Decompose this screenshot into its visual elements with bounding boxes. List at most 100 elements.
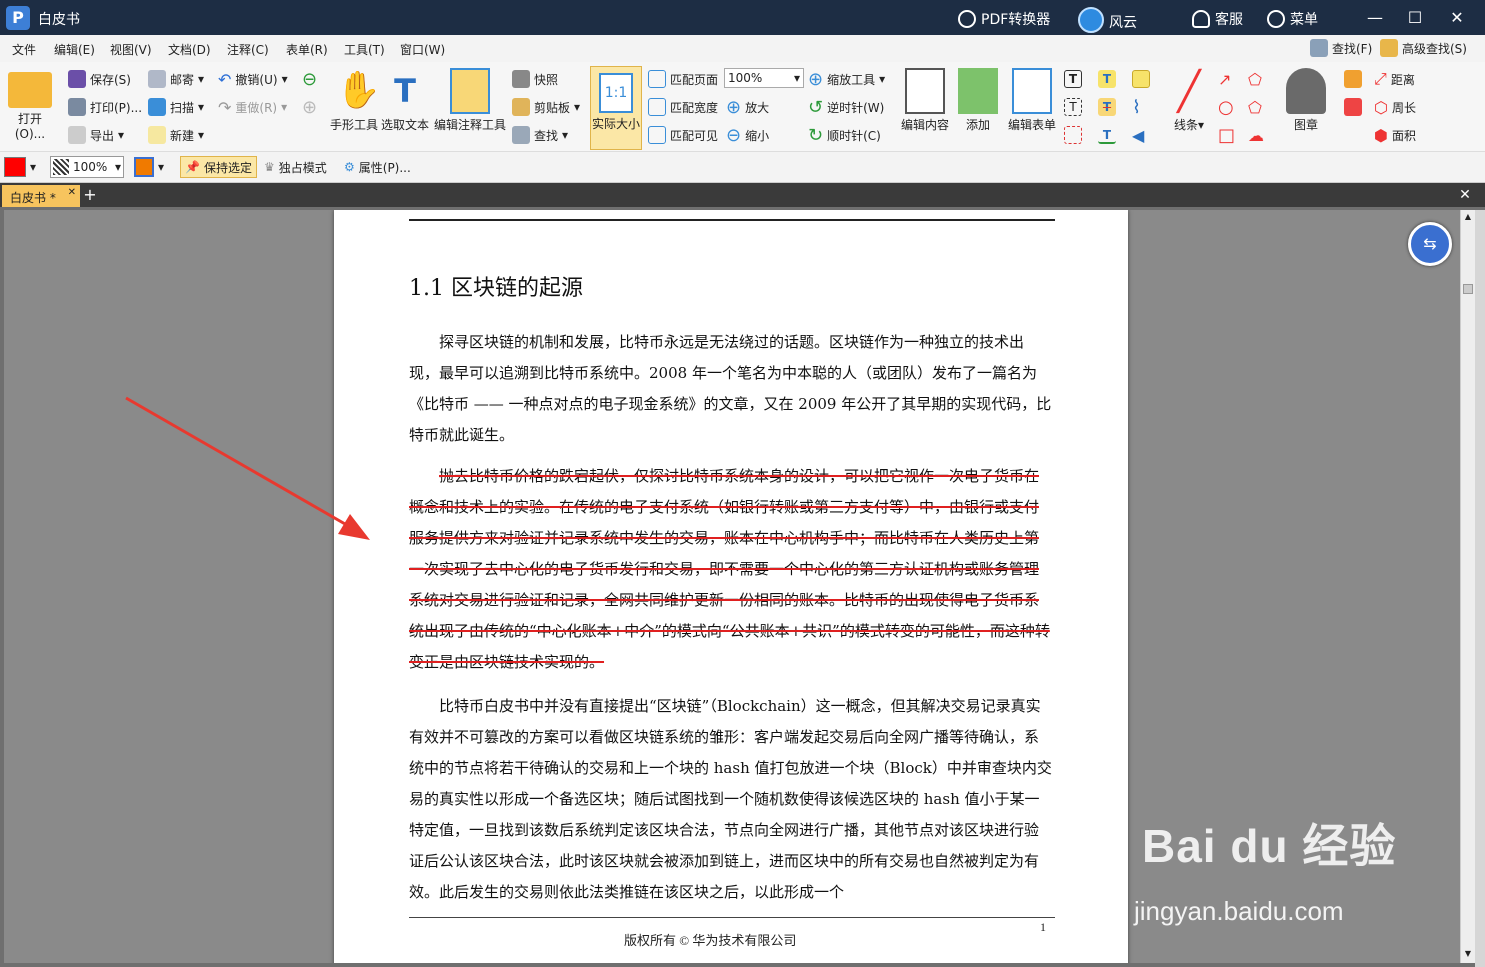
- actual-size-button[interactable]: 1:1 实际大小: [590, 66, 642, 150]
- floating-convert-button[interactable]: ⇆: [1408, 222, 1452, 266]
- mail-button[interactable]: 邮寄 ▾: [148, 68, 204, 90]
- save-button[interactable]: 保存(S): [68, 68, 131, 90]
- menu-view[interactable]: 视图(V): [110, 41, 152, 58]
- text-frame-tool[interactable]: T: [1064, 96, 1082, 118]
- underline-text-tool[interactable]: T: [1098, 124, 1116, 146]
- vertical-scrollbar[interactable]: ▲ ▼: [1460, 210, 1475, 963]
- rotate-ccw-button[interactable]: ↺ 逆时针(W): [808, 96, 884, 118]
- folder-icon: [8, 72, 52, 108]
- fit-width-button[interactable]: 匹配宽度: [648, 96, 718, 118]
- properties-button[interactable]: ⚙ 属性(P)...: [344, 156, 411, 178]
- fill-color-picker[interactable]: ▾: [134, 156, 164, 178]
- polygon-tool[interactable]: ⬠: [1248, 96, 1262, 118]
- polyline-tool[interactable]: ⬠: [1248, 68, 1262, 90]
- redo-button[interactable]: ↷ 重做(R) ▾: [218, 96, 287, 118]
- color-picker[interactable]: ▾: [4, 156, 36, 178]
- new-button[interactable]: 新建 ▾: [148, 124, 204, 146]
- menu-edit[interactable]: 编辑(E): [54, 41, 95, 58]
- find-button[interactable]: 查找(F): [1310, 37, 1372, 59]
- minimize-button[interactable]: —: [1364, 7, 1386, 29]
- ellipse-tool[interactable]: ○: [1218, 96, 1234, 118]
- hand-tool-button[interactable]: ✋ 手形工具: [330, 68, 381, 133]
- add-button[interactable]: 添加: [954, 68, 1002, 133]
- note-icon: [1132, 70, 1150, 88]
- menu-annotation[interactable]: 注释(C): [227, 41, 269, 58]
- document-viewer[interactable]: 1.1 区块链的起源 探寻区块链的机制和发展，比特币永远是无法绕过的话题。区块链…: [4, 210, 1460, 963]
- note-tool[interactable]: [1132, 68, 1150, 90]
- fit-page-button[interactable]: 匹配页面: [648, 68, 718, 90]
- side-panel-collapsed[interactable]: [1475, 210, 1485, 967]
- fit-visible-button[interactable]: 匹配可见: [648, 124, 718, 146]
- next-view-button[interactable]: ⊕: [302, 96, 317, 118]
- fit-visible-icon: [648, 126, 666, 144]
- scan-button[interactable]: 扫描 ▾: [148, 96, 204, 118]
- zoom-select[interactable]: 100% ▾: [724, 68, 804, 88]
- service-button[interactable]: 客服: [1192, 9, 1243, 29]
- toolbar-find-button[interactable]: 查找 ▾: [512, 124, 568, 146]
- tab-close-icon[interactable]: ✕: [68, 187, 76, 198]
- edit-form-button[interactable]: 编辑表单: [1004, 68, 1060, 133]
- close-document-button[interactable]: ✕: [1456, 186, 1474, 204]
- rotate-cw-button[interactable]: ↻ 顺时针(C): [808, 124, 881, 146]
- paragraph-1: 探寻区块链的机制和发展，比特币永远是无法绕过的话题。区块链作为一种独立的技术出现…: [409, 333, 1052, 444]
- pencil-tool[interactable]: [1344, 68, 1362, 90]
- new-icon: [148, 126, 166, 144]
- maximize-button[interactable]: ☐: [1404, 7, 1426, 29]
- export-button[interactable]: 导出 ▾: [68, 124, 124, 146]
- new-tab-button[interactable]: +: [82, 186, 98, 204]
- eraser-tool[interactable]: [1344, 96, 1362, 118]
- menu-tools[interactable]: 工具(T): [344, 41, 385, 58]
- perimeter-tool[interactable]: ⬡ 周长: [1374, 96, 1416, 118]
- arrow-shaft: [125, 396, 353, 530]
- menu-window[interactable]: 窗口(W): [400, 41, 445, 58]
- rectangle-tool[interactable]: □: [1218, 124, 1235, 146]
- undo-button[interactable]: ↶ 撤销(U) ▾: [218, 68, 288, 90]
- zoom-in-button[interactable]: ⊕ 放大: [726, 96, 769, 118]
- sound-tool[interactable]: ◀: [1132, 124, 1144, 146]
- open-button[interactable]: 打开(O)...: [4, 72, 56, 141]
- chevron-down-icon: ▾: [1197, 118, 1205, 132]
- area-tool[interactable]: ⬢ 面积: [1374, 124, 1416, 146]
- arrow-tool[interactable]: ↗: [1218, 68, 1231, 90]
- edit-annotation-button[interactable]: 编辑注释工具: [432, 68, 508, 133]
- scroll-up-arrow[interactable]: ▲: [1462, 212, 1474, 224]
- converter-icon: [958, 10, 976, 28]
- attach-tool[interactable]: ⌇: [1132, 96, 1141, 118]
- opacity-select[interactable]: 100% ▾: [50, 156, 124, 178]
- title-bar: P 白皮书 PDF转换器 风云 客服 菜单 — ☐ ✕: [0, 0, 1485, 35]
- exclusive-mode-toggle[interactable]: ♛ 独占模式: [264, 156, 327, 178]
- text-cursor-icon: T: [394, 72, 416, 110]
- scroll-down-arrow[interactable]: ▼: [1462, 949, 1474, 961]
- highlight-text-tool[interactable]: T: [1098, 68, 1116, 90]
- keep-selected-toggle[interactable]: 📌 保持选定: [180, 156, 257, 178]
- zoom-out-button[interactable]: ⊖ 缩小: [726, 124, 769, 146]
- pdf-converter-button[interactable]: PDF转换器: [958, 9, 1050, 29]
- clipboard-button[interactable]: 剪贴板 ▾: [512, 96, 580, 118]
- crop-tool[interactable]: [1064, 124, 1082, 146]
- scroll-thumb[interactable]: [1463, 284, 1473, 294]
- menu-document[interactable]: 文档(D): [168, 41, 211, 58]
- strikeout-icon: T: [1098, 98, 1116, 116]
- close-button[interactable]: ✕: [1446, 7, 1468, 29]
- edit-content-button[interactable]: 编辑内容: [898, 68, 952, 133]
- select-text-button[interactable]: T 选取文本: [380, 68, 430, 133]
- menu-form[interactable]: 表单(R): [286, 41, 328, 58]
- zoom-tool-button[interactable]: ⊕ 缩放工具 ▾: [808, 68, 885, 90]
- stamp-button[interactable]: 图章: [1280, 68, 1332, 133]
- menu-button[interactable]: 菜单: [1267, 9, 1318, 29]
- fengyun-button[interactable]: 风云: [1078, 7, 1137, 35]
- text-field-tool[interactable]: T: [1064, 68, 1082, 90]
- print-button[interactable]: 打印(P)...: [68, 96, 142, 118]
- cloud-tool[interactable]: ☁: [1248, 124, 1264, 146]
- advanced-find-button[interactable]: 高级查找(S): [1380, 37, 1467, 59]
- menu-file[interactable]: 文件: [12, 41, 36, 58]
- tab-document[interactable]: 白皮书 * ✕: [2, 185, 80, 207]
- distance-tool[interactable]: ⤢ 距离: [1374, 68, 1415, 90]
- snapshot-button[interactable]: 快照: [512, 68, 558, 90]
- previous-view-button[interactable]: ⊖: [302, 68, 317, 90]
- arrow-icon: ↗: [1218, 69, 1232, 89]
- lines-button[interactable]: ╱ 线条▾: [1164, 68, 1214, 133]
- strikeout-text-tool[interactable]: T: [1098, 96, 1116, 118]
- crop-icon: [1064, 126, 1082, 144]
- paragraph-2-strikethrough: 抛去比特币价格的跌宕起伏，仅探讨比特币系统本身的设计，可以把它视作一次电子货币在…: [409, 467, 1050, 671]
